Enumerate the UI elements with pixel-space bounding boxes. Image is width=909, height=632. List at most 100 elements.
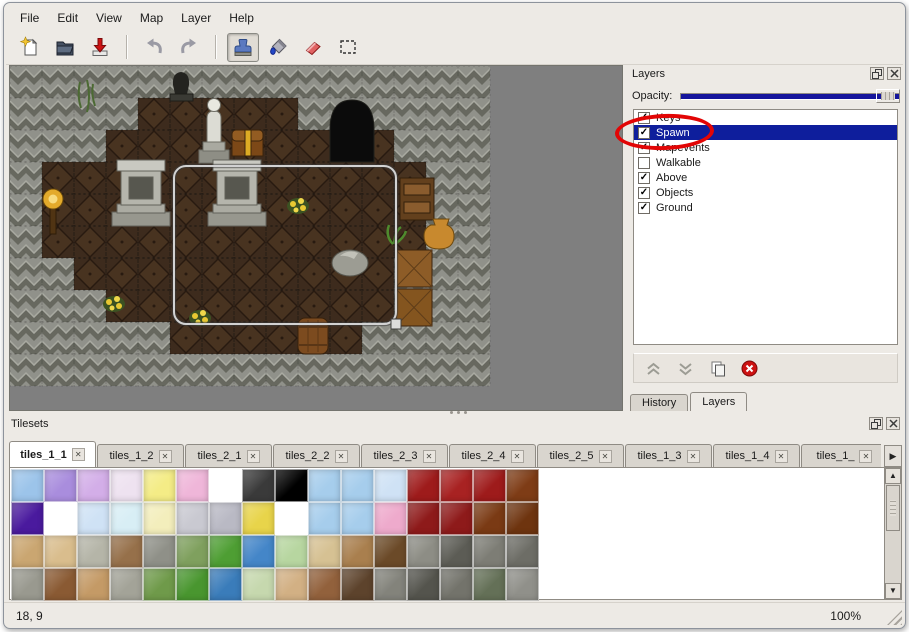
- tileset-tile[interactable]: [176, 502, 209, 535]
- layers-panel-close-button[interactable]: [887, 67, 901, 80]
- tileset-tile[interactable]: [407, 568, 440, 601]
- tileset-tile[interactable]: [440, 469, 473, 502]
- layers-panel-float-button[interactable]: [870, 67, 884, 80]
- menu-file[interactable]: File: [12, 8, 47, 28]
- dock-tab-history[interactable]: History: [630, 394, 688, 411]
- tileset-tile[interactable]: [11, 535, 44, 568]
- scroll-down-button[interactable]: ▼: [885, 583, 901, 599]
- tileset-tile[interactable]: [242, 568, 275, 601]
- tileset-tile[interactable]: [308, 502, 341, 535]
- tileset-tile[interactable]: [110, 568, 143, 601]
- menu-layer[interactable]: Layer: [173, 8, 219, 28]
- tileset-tile[interactable]: [506, 568, 539, 601]
- tileset-tile[interactable]: [176, 469, 209, 502]
- tileset-tile[interactable]: [374, 469, 407, 502]
- tileset-tile[interactable]: [407, 535, 440, 568]
- tileset-tile[interactable]: [374, 535, 407, 568]
- layer-row-objects[interactable]: ✓Objects: [634, 185, 897, 200]
- tab-close-icon[interactable]: ✕: [159, 450, 172, 463]
- checked-checkbox[interactable]: ✓: [638, 202, 650, 214]
- tileset-tile[interactable]: [473, 535, 506, 568]
- scrollbar-thumb[interactable]: [886, 485, 900, 531]
- tileset-tile[interactable]: [209, 469, 242, 502]
- select-tool-button[interactable]: [332, 33, 364, 62]
- tileset-tile[interactable]: [308, 568, 341, 601]
- menu-help[interactable]: Help: [221, 8, 262, 28]
- tab-close-icon[interactable]: ✕: [423, 450, 436, 463]
- undo-button[interactable]: [138, 33, 170, 62]
- tileset-tile[interactable]: [407, 502, 440, 535]
- tilesets-panel-close-button[interactable]: [886, 417, 900, 430]
- menu-edit[interactable]: Edit: [49, 8, 86, 28]
- duplicate-layer-button[interactable]: [708, 359, 727, 378]
- tileset-tile[interactable]: [341, 469, 374, 502]
- scroll-up-button[interactable]: ▲: [885, 468, 901, 484]
- tileset-tab-tiles_2_3[interactable]: tiles_2_3✕: [361, 444, 448, 467]
- tileset-tile[interactable]: [275, 568, 308, 601]
- tileset-tab-tiles_1_2[interactable]: tiles_1_2✕: [97, 444, 184, 467]
- tileset-tile[interactable]: [473, 469, 506, 502]
- tileset-tile[interactable]: [44, 469, 77, 502]
- tileset-tile[interactable]: [308, 469, 341, 502]
- tileset-tile[interactable]: [11, 469, 44, 502]
- tileset-tile[interactable]: [143, 535, 176, 568]
- new-file-button[interactable]: [14, 33, 46, 62]
- tileset-tile[interactable]: [77, 502, 110, 535]
- tilesets-panel-float-button[interactable]: [869, 417, 883, 430]
- tileset-tab-tiles_1_3[interactable]: tiles_1_3✕: [625, 444, 712, 467]
- tileset-tile[interactable]: [242, 535, 275, 568]
- tileset-tab-tiles_2_4[interactable]: tiles_2_4✕: [449, 444, 536, 467]
- tileset-tile[interactable]: [44, 502, 77, 535]
- tileset-tile[interactable]: [44, 568, 77, 601]
- tileset-tile[interactable]: [77, 535, 110, 568]
- save-button[interactable]: [84, 33, 116, 62]
- tileset-tab-tiles_2_1[interactable]: tiles_2_1✕: [185, 444, 272, 467]
- menu-map[interactable]: Map: [132, 8, 171, 28]
- tab-close-icon[interactable]: ✕: [511, 450, 524, 463]
- tileset-scrollbar[interactable]: ▲ ▼: [884, 468, 901, 599]
- tileset-tile[interactable]: [176, 535, 209, 568]
- tileset-tile[interactable]: [110, 502, 143, 535]
- tab-close-icon[interactable]: ✕: [335, 450, 348, 463]
- tileset-tile[interactable]: [110, 535, 143, 568]
- checked-checkbox[interactable]: ✓: [638, 172, 650, 184]
- tileset-tile[interactable]: [143, 469, 176, 502]
- tileset-tile[interactable]: [176, 568, 209, 601]
- resize-grip[interactable]: [887, 610, 902, 625]
- tab-close-icon[interactable]: ✕: [247, 450, 260, 463]
- map-viewport[interactable]: [9, 65, 623, 411]
- tab-scroll-right-button[interactable]: ▶: [884, 445, 902, 467]
- tileset-tile[interactable]: [11, 568, 44, 601]
- tileset-tile[interactable]: [440, 535, 473, 568]
- lower-layer-button[interactable]: [676, 359, 695, 378]
- tileset-tile[interactable]: [407, 469, 440, 502]
- tileset-tab-tiles_1_4[interactable]: tiles_1_4✕: [713, 444, 800, 467]
- dock-tab-layers[interactable]: Layers: [690, 392, 747, 411]
- checked-checkbox[interactable]: ✓: [638, 187, 650, 199]
- tileset-tile[interactable]: [242, 502, 275, 535]
- tileset-tile[interactable]: [44, 535, 77, 568]
- tileset-tile[interactable]: [77, 469, 110, 502]
- tileset-tile[interactable]: [77, 568, 110, 601]
- tab-close-icon[interactable]: ✕: [687, 450, 700, 463]
- tileset-tile[interactable]: [242, 469, 275, 502]
- opacity-slider-handle[interactable]: [876, 89, 900, 103]
- tileset-tile[interactable]: [275, 535, 308, 568]
- layer-row-above[interactable]: ✓Above: [634, 170, 897, 185]
- tileset-tile[interactable]: [209, 568, 242, 601]
- tileset-tile[interactable]: [341, 535, 374, 568]
- tileset-tile[interactable]: [209, 502, 242, 535]
- tileset-tile[interactable]: [506, 535, 539, 568]
- unchecked-checkbox[interactable]: [638, 157, 650, 169]
- tileset-tile[interactable]: [143, 568, 176, 601]
- tileset-tile[interactable]: [440, 568, 473, 601]
- tileset-tab-tiles_1_[interactable]: tiles_1_✕: [801, 444, 881, 467]
- menu-view[interactable]: View: [88, 8, 130, 28]
- tileset-tile[interactable]: [341, 502, 374, 535]
- tileset-tile[interactable]: [11, 502, 44, 535]
- tileset-tab-tiles_1_1[interactable]: tiles_1_1✕: [9, 441, 96, 467]
- tab-close-icon[interactable]: ✕: [72, 448, 85, 461]
- tileset-tile[interactable]: [110, 469, 143, 502]
- tileset-tile[interactable]: [143, 502, 176, 535]
- tileset-tile[interactable]: [473, 568, 506, 601]
